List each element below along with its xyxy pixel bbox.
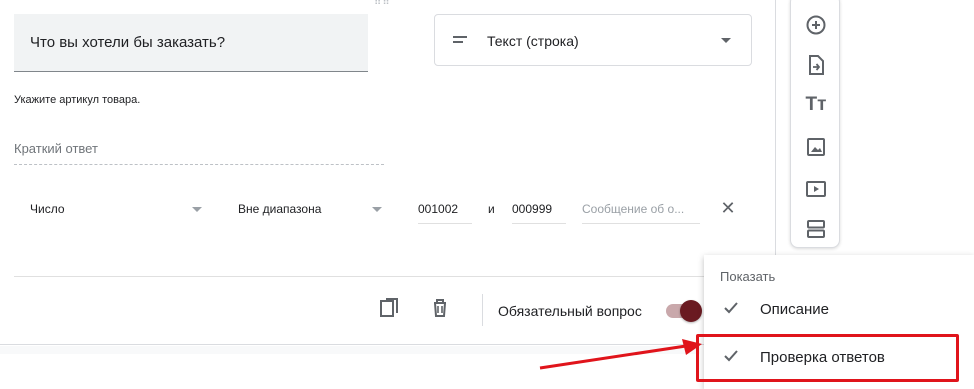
response-validation-row: Число Вне диапазона 001002 и 000999 Сооб… — [0, 190, 776, 230]
image-icon[interactable] — [804, 135, 828, 159]
question-type-label: Текст (строка) — [487, 33, 579, 49]
validation-condition-select[interactable]: Вне диапазона — [238, 190, 386, 226]
chevron-down-icon — [721, 38, 731, 43]
side-toolbar: Tт — [790, 0, 840, 248]
section-icon[interactable] — [804, 217, 828, 241]
menu-header: Показать — [720, 269, 776, 284]
required-toggle-knob[interactable] — [680, 300, 702, 322]
question-title-field[interactable]: Что вы хотели бы заказать? — [14, 14, 368, 72]
error-message-input[interactable]: Сообщение об о... — [582, 196, 700, 224]
question-type-dropdown[interactable]: Текст (строка) — [434, 14, 752, 66]
footer-divider — [14, 276, 762, 277]
close-icon[interactable]: ✕ — [718, 198, 738, 218]
range-min-input[interactable]: 001002 — [418, 196, 472, 224]
menu-item-description[interactable]: Описание — [704, 289, 974, 329]
question-title-text: Что вы хотели бы заказать? — [30, 34, 226, 51]
validation-condition-label: Вне диапазона — [238, 202, 322, 216]
menu-item-label: Описание — [760, 301, 830, 318]
question-card: ⠿⠿ Что вы хотели бы заказать? Текст (стр… — [0, 0, 776, 345]
validation-type-label: Число — [30, 202, 65, 216]
question-description[interactable]: Укажите артикул товара. — [14, 94, 140, 106]
add-question-icon[interactable] — [804, 13, 828, 37]
delete-icon[interactable] — [428, 296, 452, 320]
copy-icon[interactable] — [378, 296, 402, 320]
chevron-down-icon — [192, 207, 202, 212]
footer-separator — [482, 294, 483, 326]
validation-type-select[interactable]: Число — [30, 190, 204, 226]
import-questions-icon[interactable] — [804, 53, 828, 77]
highlight-frame — [696, 334, 959, 382]
drag-handle-icon[interactable]: ⠿⠿ — [374, 0, 394, 8]
video-icon[interactable] — [804, 177, 828, 201]
short-answer-placeholder: Краткий ответ — [14, 141, 384, 165]
title-description-icon[interactable]: Tт — [804, 93, 828, 117]
short-answer-icon — [453, 36, 467, 46]
annotation-arrow-icon — [539, 339, 702, 370]
chevron-down-icon — [372, 207, 382, 212]
check-icon — [724, 302, 738, 314]
range-max-input[interactable]: 000999 — [512, 196, 566, 224]
required-label: Обязательный вопрос — [498, 303, 642, 319]
